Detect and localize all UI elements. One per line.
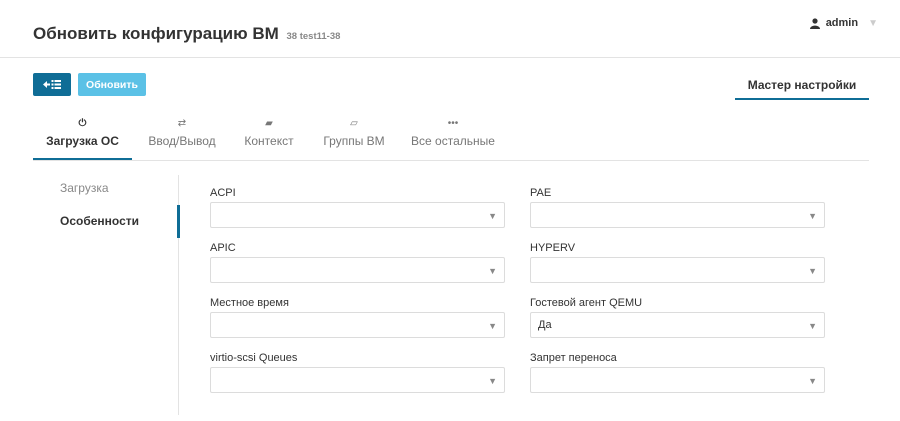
tab-other[interactable]: ••• Все остальные — [405, 116, 501, 160]
virtio-scsi-select[interactable]: ▼ — [210, 367, 505, 393]
dropdown-arrow-icon: ▼ — [488, 211, 497, 221]
field-label-localtime: Местное время — [210, 297, 289, 309]
back-list-icon — [43, 80, 61, 89]
select-value: Да — [538, 319, 552, 331]
dropdown-arrow-icon: ▼ — [808, 321, 817, 331]
config-tabs: ⏻ Загрузка ОС ⇄ Ввод/Вывод ▰ Контекст ▱ … — [33, 116, 869, 161]
page-title-text: Обновить конфигурацию ВМ — [33, 24, 279, 43]
migration-lock-select[interactable]: ▼ — [530, 367, 825, 393]
page-header: Обновить конфигурацию ВМ 38 test11-38 ad… — [0, 0, 900, 58]
folder-icon: ▰ — [265, 118, 273, 129]
hyperv-select[interactable]: ▼ — [530, 257, 825, 283]
field-label-pae: PAE — [530, 187, 552, 199]
tab-label: Ввод/Вывод — [148, 134, 216, 148]
back-button[interactable] — [33, 73, 71, 96]
user-icon — [809, 17, 820, 29]
dropdown-arrow-icon: ▼ — [808, 376, 817, 386]
tab-wizard[interactable]: Мастер настройки — [735, 70, 869, 100]
qemu-agent-select[interactable]: Да ▼ — [530, 312, 825, 338]
dropdown-arrow-icon: ▼ — [808, 211, 817, 221]
tab-label: Загрузка ОС — [46, 134, 119, 148]
folder-open-icon: ▱ — [350, 118, 358, 129]
side-nav-features[interactable]: Особенности — [60, 214, 139, 228]
user-name: admin — [825, 17, 859, 29]
tab-label: Все остальные — [411, 134, 495, 148]
user-menu[interactable]: admin ▼ — [809, 17, 878, 29]
tab-label: Группы ВМ — [323, 134, 385, 148]
apic-select[interactable]: ▼ — [210, 257, 505, 283]
tab-io[interactable]: ⇄ Ввод/Вывод — [139, 116, 225, 160]
tab-context[interactable]: ▰ Контекст — [236, 116, 302, 160]
side-nav: Загрузка Особенности — [33, 175, 180, 415]
side-nav-boot[interactable]: Загрузка — [60, 181, 109, 195]
field-label-hyperv: HYPERV — [530, 242, 576, 254]
dropdown-arrow-icon: ▼ — [488, 266, 497, 276]
field-label-acpi: ACPI — [210, 187, 236, 199]
dropdown-arrow-icon: ▼ — [808, 266, 817, 276]
tab-vm-groups[interactable]: ▱ Группы ВМ — [315, 116, 393, 160]
active-indicator — [177, 205, 180, 238]
page-subtitle: 38 test11-38 — [286, 31, 341, 42]
chevron-down-icon: ▼ — [868, 17, 878, 29]
acpi-select[interactable]: ▼ — [210, 202, 505, 228]
tab-label: Контекст — [244, 134, 294, 148]
update-button[interactable]: Обновить — [78, 73, 146, 96]
field-label-virtio-scsi: virtio-scsi Queues — [210, 352, 298, 364]
tab-os-boot[interactable]: ⏻ Загрузка ОС — [33, 116, 132, 160]
field-label-qemu-agent: Гостевой агент QEMU — [530, 297, 643, 309]
dropdown-arrow-icon: ▼ — [488, 376, 497, 386]
pae-select[interactable]: ▼ — [530, 202, 825, 228]
ellipsis-icon: ••• — [447, 118, 459, 129]
localtime-select[interactable]: ▼ — [210, 312, 505, 338]
dropdown-arrow-icon: ▼ — [488, 321, 497, 331]
exchange-icon: ⇄ — [177, 118, 187, 129]
page-title: Обновить конфигурацию ВМ 38 test11-38 — [33, 24, 340, 44]
field-label-apic: APIC — [210, 242, 236, 254]
field-label-migration-lock: Запрет переноса — [530, 352, 617, 364]
power-icon: ⏻ — [78, 118, 87, 129]
